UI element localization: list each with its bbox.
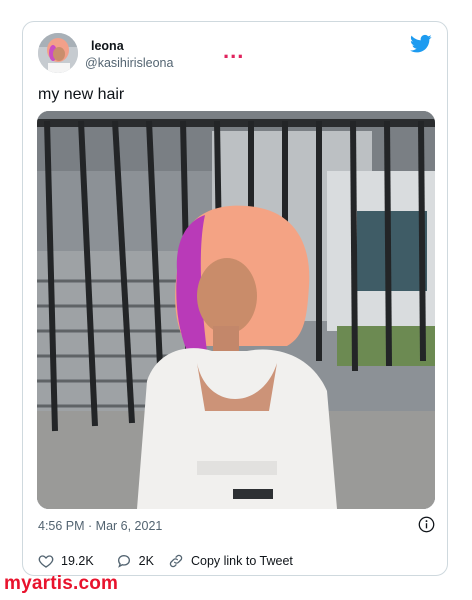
like-button[interactable]: 19.2K	[38, 553, 94, 569]
copy-link-button[interactable]: Copy link to Tweet	[168, 553, 293, 569]
twitter-bird-icon[interactable]	[410, 34, 432, 54]
tweet-text: my new hair	[38, 86, 125, 103]
reply-bubble-icon	[117, 554, 130, 568]
avatar-image	[38, 33, 78, 73]
photo-image	[37, 111, 435, 509]
more-menu[interactable]: ...	[223, 40, 244, 62]
author-handle[interactable]: @kasihirisleona	[85, 56, 173, 70]
copy-link-label: Copy link to Tweet	[190, 554, 293, 568]
tweet-photo[interactable]	[37, 111, 435, 509]
link-icon	[169, 554, 183, 568]
heart-icon	[38, 555, 54, 568]
author-name[interactable]: leona	[91, 39, 124, 53]
reply-button[interactable]: 2K	[116, 553, 154, 569]
tweet-card: leona @kasihirisleona ... my new hair 4:…	[22, 21, 448, 576]
reply-count: 2K	[138, 554, 154, 568]
site-watermark: myartis.com	[4, 573, 119, 594]
like-count: 19.2K	[61, 554, 94, 568]
info-icon[interactable]	[418, 516, 435, 533]
tweet-timestamp[interactable]: 4:56 PM · Mar 6, 2021	[38, 519, 162, 533]
tweet-actions: 19.2K 2K Copy link to Tweet	[38, 552, 293, 570]
avatar[interactable]	[38, 33, 78, 73]
